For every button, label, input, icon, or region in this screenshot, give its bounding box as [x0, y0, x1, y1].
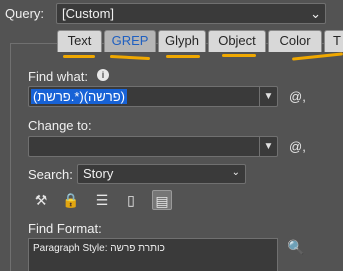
annotation-underline [222, 54, 256, 57]
tab-label: Color [279, 33, 311, 48]
search-scope-dropdown[interactable]: Story ⌄ [77, 164, 246, 184]
footnotes-icon[interactable]: ▤ [152, 190, 172, 210]
search-label: Search: [28, 167, 73, 182]
chevron-down-icon[interactable]: ▼ [259, 137, 277, 156]
special-characters-button[interactable]: @, [289, 139, 306, 154]
search-scope-value: Story [83, 166, 114, 181]
find-what-input[interactable]: (פרשת.*)(פרשה) ▼ [28, 86, 278, 107]
hidden-layers-icon[interactable]: ☰ [92, 190, 112, 210]
info-icon[interactable]: i [97, 69, 109, 81]
master-pages-icon[interactable]: ▯ [121, 190, 141, 210]
tab-label: GREP [111, 33, 149, 48]
query-value: [Custom] [62, 6, 115, 21]
special-characters-button[interactable]: @, [289, 89, 306, 104]
tab-text[interactable]: Text [57, 30, 102, 52]
find-format-box[interactable]: Paragraph Style: כותרת פרשה [28, 238, 278, 271]
tab-label: Glyph [165, 33, 199, 48]
query-dropdown[interactable]: [Custom] ⌄ [56, 3, 326, 24]
tab-label: T [333, 33, 341, 48]
tab-grep[interactable]: GREP [104, 30, 156, 52]
tab-more[interactable]: T [324, 30, 343, 52]
tab-label: Object [218, 33, 256, 48]
tab-glyph[interactable]: Glyph [158, 30, 206, 52]
find-format-value: Paragraph Style: כותרת פרשה [33, 243, 165, 254]
tab-label: Text [67, 33, 92, 48]
tab-object[interactable]: Object [208, 30, 266, 52]
find-what-value: (פרשת.*)(פרשה) [31, 89, 127, 104]
find-format-label: Find Format: [28, 221, 102, 236]
change-to-input[interactable]: ▼ [28, 136, 278, 157]
change-to-label: Change to: [28, 118, 92, 133]
query-label: Query: [5, 6, 45, 21]
chevron-down-icon: ⌄ [231, 167, 240, 178]
annotation-underline [63, 55, 95, 58]
specify-format-icon[interactable]: 🔍 [287, 239, 304, 256]
chevron-down-icon: ⌄ [310, 6, 321, 21]
locked-layers-icon[interactable]: ⚒ [31, 190, 51, 210]
tab-color[interactable]: Color [268, 30, 322, 52]
locked-stories-icon[interactable]: 🔒 [61, 190, 81, 210]
chevron-down-icon[interactable]: ▼ [259, 87, 277, 106]
annotation-underline [166, 55, 200, 58]
find-what-label: Find what: [28, 69, 88, 84]
